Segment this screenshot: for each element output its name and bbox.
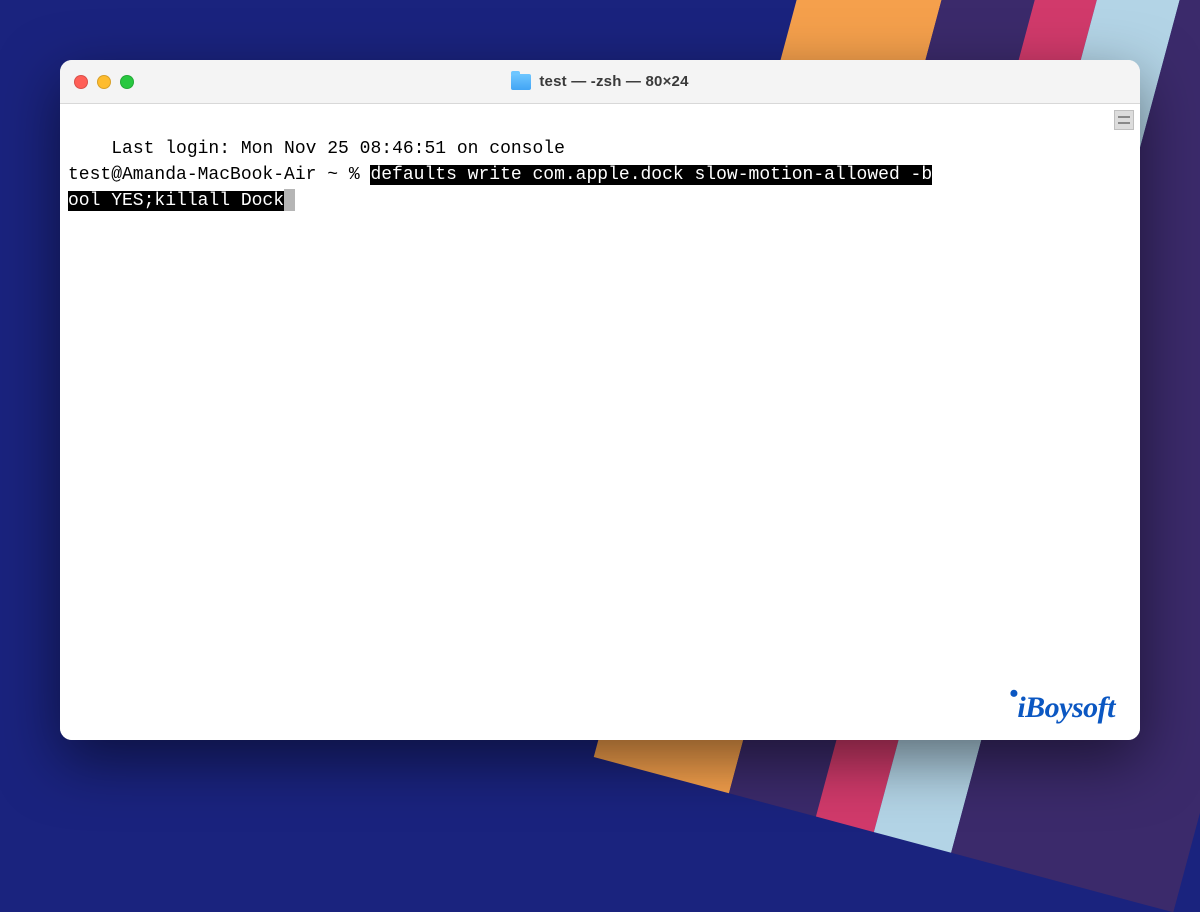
cursor-icon	[284, 189, 295, 211]
command-text-selected[interactable]: ool YES;killall Dock	[68, 191, 284, 211]
window-title: test — -zsh — 80×24	[539, 73, 688, 90]
terminal-window: test — -zsh — 80×24 Last login: Mon Nov …	[60, 60, 1140, 740]
close-icon[interactable]	[74, 75, 88, 89]
folder-icon	[511, 74, 531, 90]
zoom-icon[interactable]	[120, 75, 134, 89]
minimize-icon[interactable]	[97, 75, 111, 89]
command-text-selected[interactable]: defaults write com.apple.dock slow-motio…	[370, 165, 932, 185]
terminal-viewport[interactable]: Last login: Mon Nov 25 08:46:51 on conso…	[60, 104, 1140, 740]
traffic-lights	[74, 75, 134, 89]
window-titlebar[interactable]: test — -zsh — 80×24	[60, 60, 1140, 104]
shell-prompt: test@Amanda-MacBook-Air ~ %	[68, 165, 370, 185]
window-title-group: test — -zsh — 80×24	[60, 73, 1140, 90]
last-login-line: Last login: Mon Nov 25 08:46:51 on conso…	[111, 139, 565, 159]
scrollbar-thumb-icon[interactable]	[1114, 110, 1134, 130]
